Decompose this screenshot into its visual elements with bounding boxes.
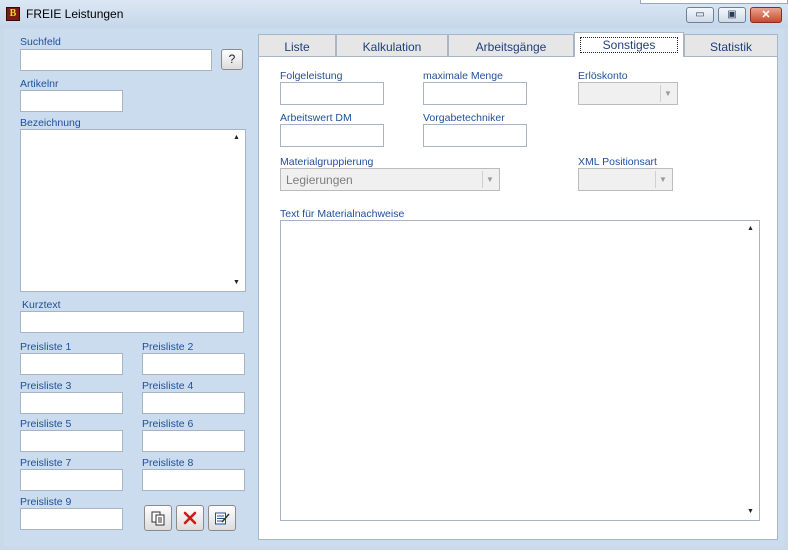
chevron-down-icon[interactable]: ▼ <box>482 171 497 188</box>
artikelnr-label: Artikelnr <box>20 78 59 90</box>
preisliste-5-label: Preisliste 5 <box>20 418 72 430</box>
xml-positionsart-label: XML Positionsart <box>578 156 657 168</box>
materialgruppierung-label: Materialgruppierung <box>280 156 374 168</box>
kurztext-label: Kurztext <box>22 299 61 311</box>
delete-button[interactable] <box>176 505 204 531</box>
close-button[interactable]: ✕ <box>750 7 782 23</box>
preisliste-7-input[interactable] <box>20 469 123 491</box>
preisliste-6-label: Preisliste 6 <box>142 418 194 430</box>
materialgruppierung-select[interactable]: Legierungen ▼ <box>280 168 500 191</box>
tab-sonstiges-label: Sonstiges <box>579 37 679 53</box>
preisliste-4-label: Preisliste 4 <box>142 380 194 392</box>
kurztext-input[interactable] <box>20 311 244 333</box>
chevron-down-icon[interactable]: ▼ <box>655 171 670 188</box>
preisliste-9-input[interactable] <box>20 508 123 530</box>
tab-kalkulation[interactable]: Kalkulation <box>336 34 448 58</box>
app-icon: B <box>6 7 20 21</box>
materialgruppierung-value: Legierungen <box>286 173 353 187</box>
bezeichnung-scrollbar[interactable]: ▲ ▼ <box>229 131 244 290</box>
text-material-scrollbar[interactable]: ▲ ▼ <box>743 222 758 519</box>
minimize-icon: ▭ <box>695 9 705 20</box>
copy-button[interactable] <box>144 505 172 531</box>
preisliste-3-input[interactable] <box>20 392 123 414</box>
preisliste-6-input[interactable] <box>142 430 245 452</box>
arbeitswert-input[interactable] <box>280 124 384 147</box>
close-icon: ✕ <box>761 9 771 21</box>
delete-icon <box>183 511 197 525</box>
text-material-label: Text für Materialnachweise <box>280 208 405 220</box>
preisliste-9-label: Preisliste 9 <box>20 496 72 508</box>
preisliste-8-label: Preisliste 8 <box>142 457 194 469</box>
maximale-menge-input[interactable] <box>423 82 527 105</box>
preisliste-3-label: Preisliste 3 <box>20 380 72 392</box>
chevron-down-icon[interactable]: ▼ <box>660 85 675 102</box>
tab-liste[interactable]: Liste <box>258 34 336 58</box>
artikelnr-input[interactable] <box>20 90 123 112</box>
bezeichnung-label: Bezeichnung <box>20 117 81 129</box>
preisliste-2-label: Preisliste 2 <box>142 341 194 353</box>
preisliste-1-input[interactable] <box>20 353 123 375</box>
edit-button[interactable] <box>208 505 236 531</box>
folgeleistung-label: Folgeleistung <box>280 70 343 82</box>
edit-icon <box>215 512 230 525</box>
minimize-button[interactable]: ▭ <box>686 7 714 23</box>
tab-arbeitsgaenge[interactable]: Arbeitsgänge <box>448 34 574 58</box>
text-material-textarea[interactable]: ▲ ▼ <box>280 220 760 521</box>
vorgabetechniker-label: Vorgabetechniker <box>423 112 505 124</box>
scroll-up-icon[interactable]: ▲ <box>229 131 244 145</box>
maximize-icon: ▣ <box>727 9 737 20</box>
scroll-up-icon[interactable]: ▲ <box>743 222 758 236</box>
preisliste-5-input[interactable] <box>20 430 123 452</box>
window-title: FREIE Leistungen <box>26 7 124 21</box>
preisliste-4-input[interactable] <box>142 392 245 414</box>
preisliste-7-label: Preisliste 7 <box>20 457 72 469</box>
copy-icon <box>151 511 165 526</box>
scroll-down-icon[interactable]: ▼ <box>229 276 244 290</box>
suchfeld-input[interactable] <box>20 49 212 71</box>
folgeleistung-input[interactable] <box>280 82 384 105</box>
vorgabetechniker-input[interactable] <box>423 124 527 147</box>
background-window-edge <box>640 0 788 4</box>
bezeichnung-textarea[interactable]: ▲ ▼ <box>20 129 246 292</box>
erloeskonto-select[interactable]: ▼ <box>578 82 678 105</box>
preisliste-8-input[interactable] <box>142 469 245 491</box>
suchfeld-label: Suchfeld <box>20 36 61 48</box>
scroll-down-icon[interactable]: ▼ <box>743 505 758 519</box>
xml-positionsart-select[interactable]: ▼ <box>578 168 673 191</box>
maximize-button[interactable]: ▣ <box>718 7 746 23</box>
preisliste-2-input[interactable] <box>142 353 245 375</box>
preisliste-1-label: Preisliste 1 <box>20 341 72 353</box>
erloeskonto-label: Erlöskonto <box>578 70 628 82</box>
tab-sonstiges[interactable]: Sonstiges <box>574 32 684 57</box>
arbeitswert-label: Arbeitswert DM <box>280 112 352 124</box>
tab-statistik[interactable]: Statistik <box>684 34 778 58</box>
maximale-menge-label: maximale Menge <box>423 70 503 82</box>
search-help-button[interactable]: ? <box>221 49 243 70</box>
